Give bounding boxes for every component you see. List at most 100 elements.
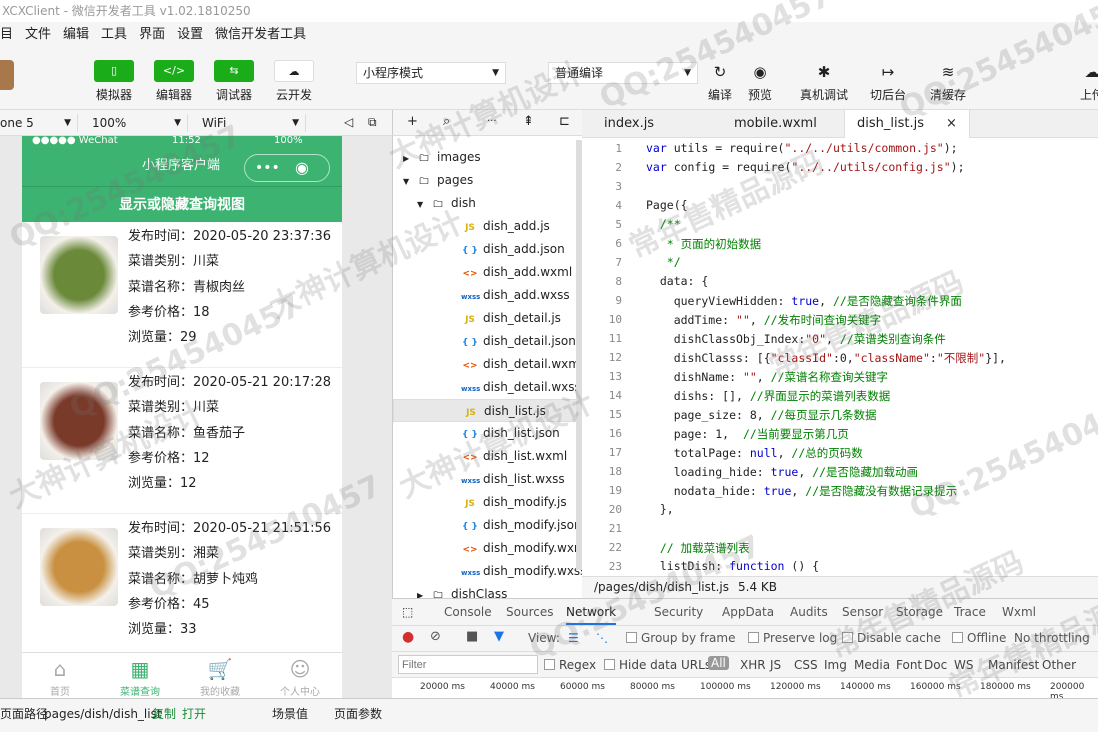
tab-profile[interactable]: ☺ 个人中心 (270, 655, 330, 698)
file-item[interactable]: JS dish_detail.js (393, 307, 582, 330)
type-filter-media[interactable]: Media (854, 658, 890, 672)
camera-icon[interactable]: ■ (466, 629, 478, 644)
file-item[interactable]: JS dish_modify.js (393, 491, 582, 514)
open-link[interactable]: 打开 (182, 699, 206, 729)
editor-tab[interactable]: index.js (592, 110, 666, 138)
menu-item[interactable]: 编辑 (63, 27, 89, 42)
split-icon[interactable]: ⊏ (559, 114, 570, 129)
devtools-tab-network[interactable]: Network (566, 605, 617, 625)
editor-tab[interactable]: mobile.wxml (722, 110, 829, 138)
folder-item[interactable]: ▼ 🗀 pages (393, 169, 582, 192)
scene-button[interactable]: 场景值 (272, 699, 308, 729)
type-filter-css[interactable]: CSS (794, 658, 818, 672)
devtools-tab-audits[interactable]: Audits (790, 605, 828, 619)
group-by-frame-checkbox[interactable]: Group by frame (626, 631, 735, 645)
regex-checkbox[interactable]: Regex (544, 658, 596, 672)
cloud-dev-button[interactable]: ☁ 云开发 (272, 60, 316, 103)
type-filter-font[interactable]: Font (896, 658, 922, 672)
page-params-button[interactable]: 页面参数 (334, 699, 382, 729)
menu-item[interactable]: 微信开发者工具 (215, 27, 306, 42)
network-select[interactable]: WiFi ▼ (196, 114, 306, 132)
avatar[interactable] (0, 60, 14, 90)
editor-button[interactable]: </> 编辑器 (152, 60, 196, 103)
rotate-icon[interactable]: ⧉ (368, 115, 377, 130)
more-icon[interactable]: ··· (487, 116, 497, 127)
menu-item[interactable]: 设置 (177, 27, 203, 42)
file-item[interactable]: { } dish_add.json (393, 238, 582, 261)
background-button[interactable]: ↦ 切后台 (866, 62, 910, 103)
file-item[interactable]: { } dish_modify.json (393, 514, 582, 537)
remote-debug-button[interactable]: ✱ 真机调试 (800, 62, 848, 103)
file-item[interactable]: JS dish_add.js (393, 215, 582, 238)
clear-cache-button[interactable]: ≋ 清缓存 (926, 62, 970, 103)
menu-capsule[interactable]: ••• ◉ (244, 154, 330, 182)
upload-button[interactable]: ☁ 上传 (1070, 62, 1098, 103)
type-filter-doc[interactable]: Doc (924, 658, 947, 672)
tab-dish-query[interactable]: ▦ 菜谱查询 (110, 655, 170, 698)
tab-favorites[interactable]: 🛒 我的收藏 (190, 655, 250, 698)
filter-input[interactable] (398, 655, 538, 674)
code-editor[interactable]: 1 var utils = require("../../utils/common… (582, 138, 1098, 576)
dish-item[interactable]: 发布时间：2020-05-21 21:51:56 菜谱类别：湘菜 菜谱名称：胡萝卜炖… (22, 514, 342, 660)
file-item[interactable]: JS dish_list.js (393, 399, 582, 422)
menu-item[interactable]: 文件 (25, 27, 51, 42)
type-filter-xhr[interactable]: XHR (740, 658, 766, 672)
chevron-down-icon[interactable]: ▼ (417, 193, 429, 216)
tab-home[interactable]: ⌂ 首页 (30, 655, 90, 698)
devtools-tab-storage[interactable]: Storage (896, 605, 943, 619)
folder-item[interactable]: ▶ 🗀 dishClass (393, 583, 582, 598)
menu-item[interactable]: 工具 (101, 27, 127, 42)
file-item[interactable]: wxss dish_list.wxss (393, 468, 582, 491)
close-icon[interactable]: × (946, 116, 957, 131)
menu-item[interactable]: 界面 (139, 27, 165, 42)
devtools-tab-sources[interactable]: Sources (506, 605, 553, 619)
search-icon[interactable]: ⌕ (443, 114, 450, 129)
type-filter-img[interactable]: Img (824, 658, 847, 672)
zoom-select[interactable]: 100% ▼ (86, 114, 188, 132)
hide-data-urls-checkbox[interactable]: Hide data URLs (604, 658, 711, 672)
chevron-right-icon[interactable]: ▶ (403, 147, 415, 170)
devtools-tab-wxml[interactable]: Wxml (1002, 605, 1036, 619)
file-item[interactable]: { } dish_detail.json (393, 330, 582, 353)
preview-button[interactable]: ◉ 预览 (738, 62, 782, 103)
mode-select[interactable]: 小程序模式 ▼ (356, 62, 506, 84)
close-circle-icon[interactable]: ◉ (295, 155, 309, 181)
copy-link[interactable]: 复制 (152, 699, 176, 729)
type-filter-manifest[interactable]: Manifest (988, 658, 1039, 672)
devtools-tab-trace[interactable]: Trace (954, 605, 986, 619)
devtools-tab-console[interactable]: Console (444, 605, 492, 619)
record-icon[interactable]: ● (402, 629, 414, 645)
devtools-tab-appdata[interactable]: AppData (722, 605, 774, 619)
throttling-select[interactable]: No throttling (1014, 631, 1090, 645)
toggle-query-view-button[interactable]: 显示或隐藏查询视图 (22, 186, 342, 222)
file-item[interactable]: wxss dish_detail.wxss (393, 376, 582, 399)
type-filter-other[interactable]: Other (1042, 658, 1076, 672)
debugger-button[interactable]: ⇆ 调试器 (212, 60, 256, 103)
file-item[interactable]: wxss dish_add.wxss (393, 284, 582, 307)
offline-checkbox[interactable]: Offline (952, 631, 1006, 645)
device-select[interactable]: one 5 ▼ (0, 114, 78, 132)
filter-icon[interactable]: ▼ (494, 629, 504, 644)
disable-cache-checkbox[interactable]: Disable cache (842, 631, 941, 645)
type-filter-js[interactable]: JS (770, 658, 781, 672)
menu-item[interactable]: 目 (0, 27, 13, 42)
editor-tab[interactable]: dish_list.js × (844, 110, 970, 139)
add-icon[interactable]: + (407, 114, 418, 129)
chevron-down-icon[interactable]: ▼ (403, 170, 415, 193)
waterfall-view-icon[interactable]: ⋱ (596, 631, 608, 645)
file-item[interactable]: <> dish_detail.wxml (393, 353, 582, 376)
simulator-button[interactable]: ▯ 模拟器 (92, 60, 136, 103)
clear-icon[interactable]: ⊘ (430, 629, 441, 644)
dish-item[interactable]: 发布时间：2020-05-20 23:37:36 菜谱类别：川菜 菜谱名称：青椒肉丝… (22, 222, 342, 368)
list-view-icon[interactable]: ☰ (568, 631, 579, 645)
file-item[interactable]: <> dish_add.wxml (393, 261, 582, 284)
folder-item[interactable]: ▼ 🗀 dish (393, 192, 582, 215)
dish-item[interactable]: 发布时间：2020-05-21 20:17:28 菜谱类别：川菜 菜谱名称：鱼香茄子… (22, 368, 342, 514)
folder-item[interactable]: ▶ 🗀 images (393, 146, 582, 169)
file-item[interactable]: wxss dish_modify.wxss (393, 560, 582, 583)
collapse-icon[interactable]: ⇞ (523, 114, 534, 129)
compile-select[interactable]: 普通编译 ▼ (548, 62, 698, 84)
chevron-right-icon[interactable]: ▶ (417, 584, 429, 598)
type-filter-all[interactable]: All (708, 656, 729, 670)
devtools-tab-sensor[interactable]: Sensor (842, 605, 883, 619)
